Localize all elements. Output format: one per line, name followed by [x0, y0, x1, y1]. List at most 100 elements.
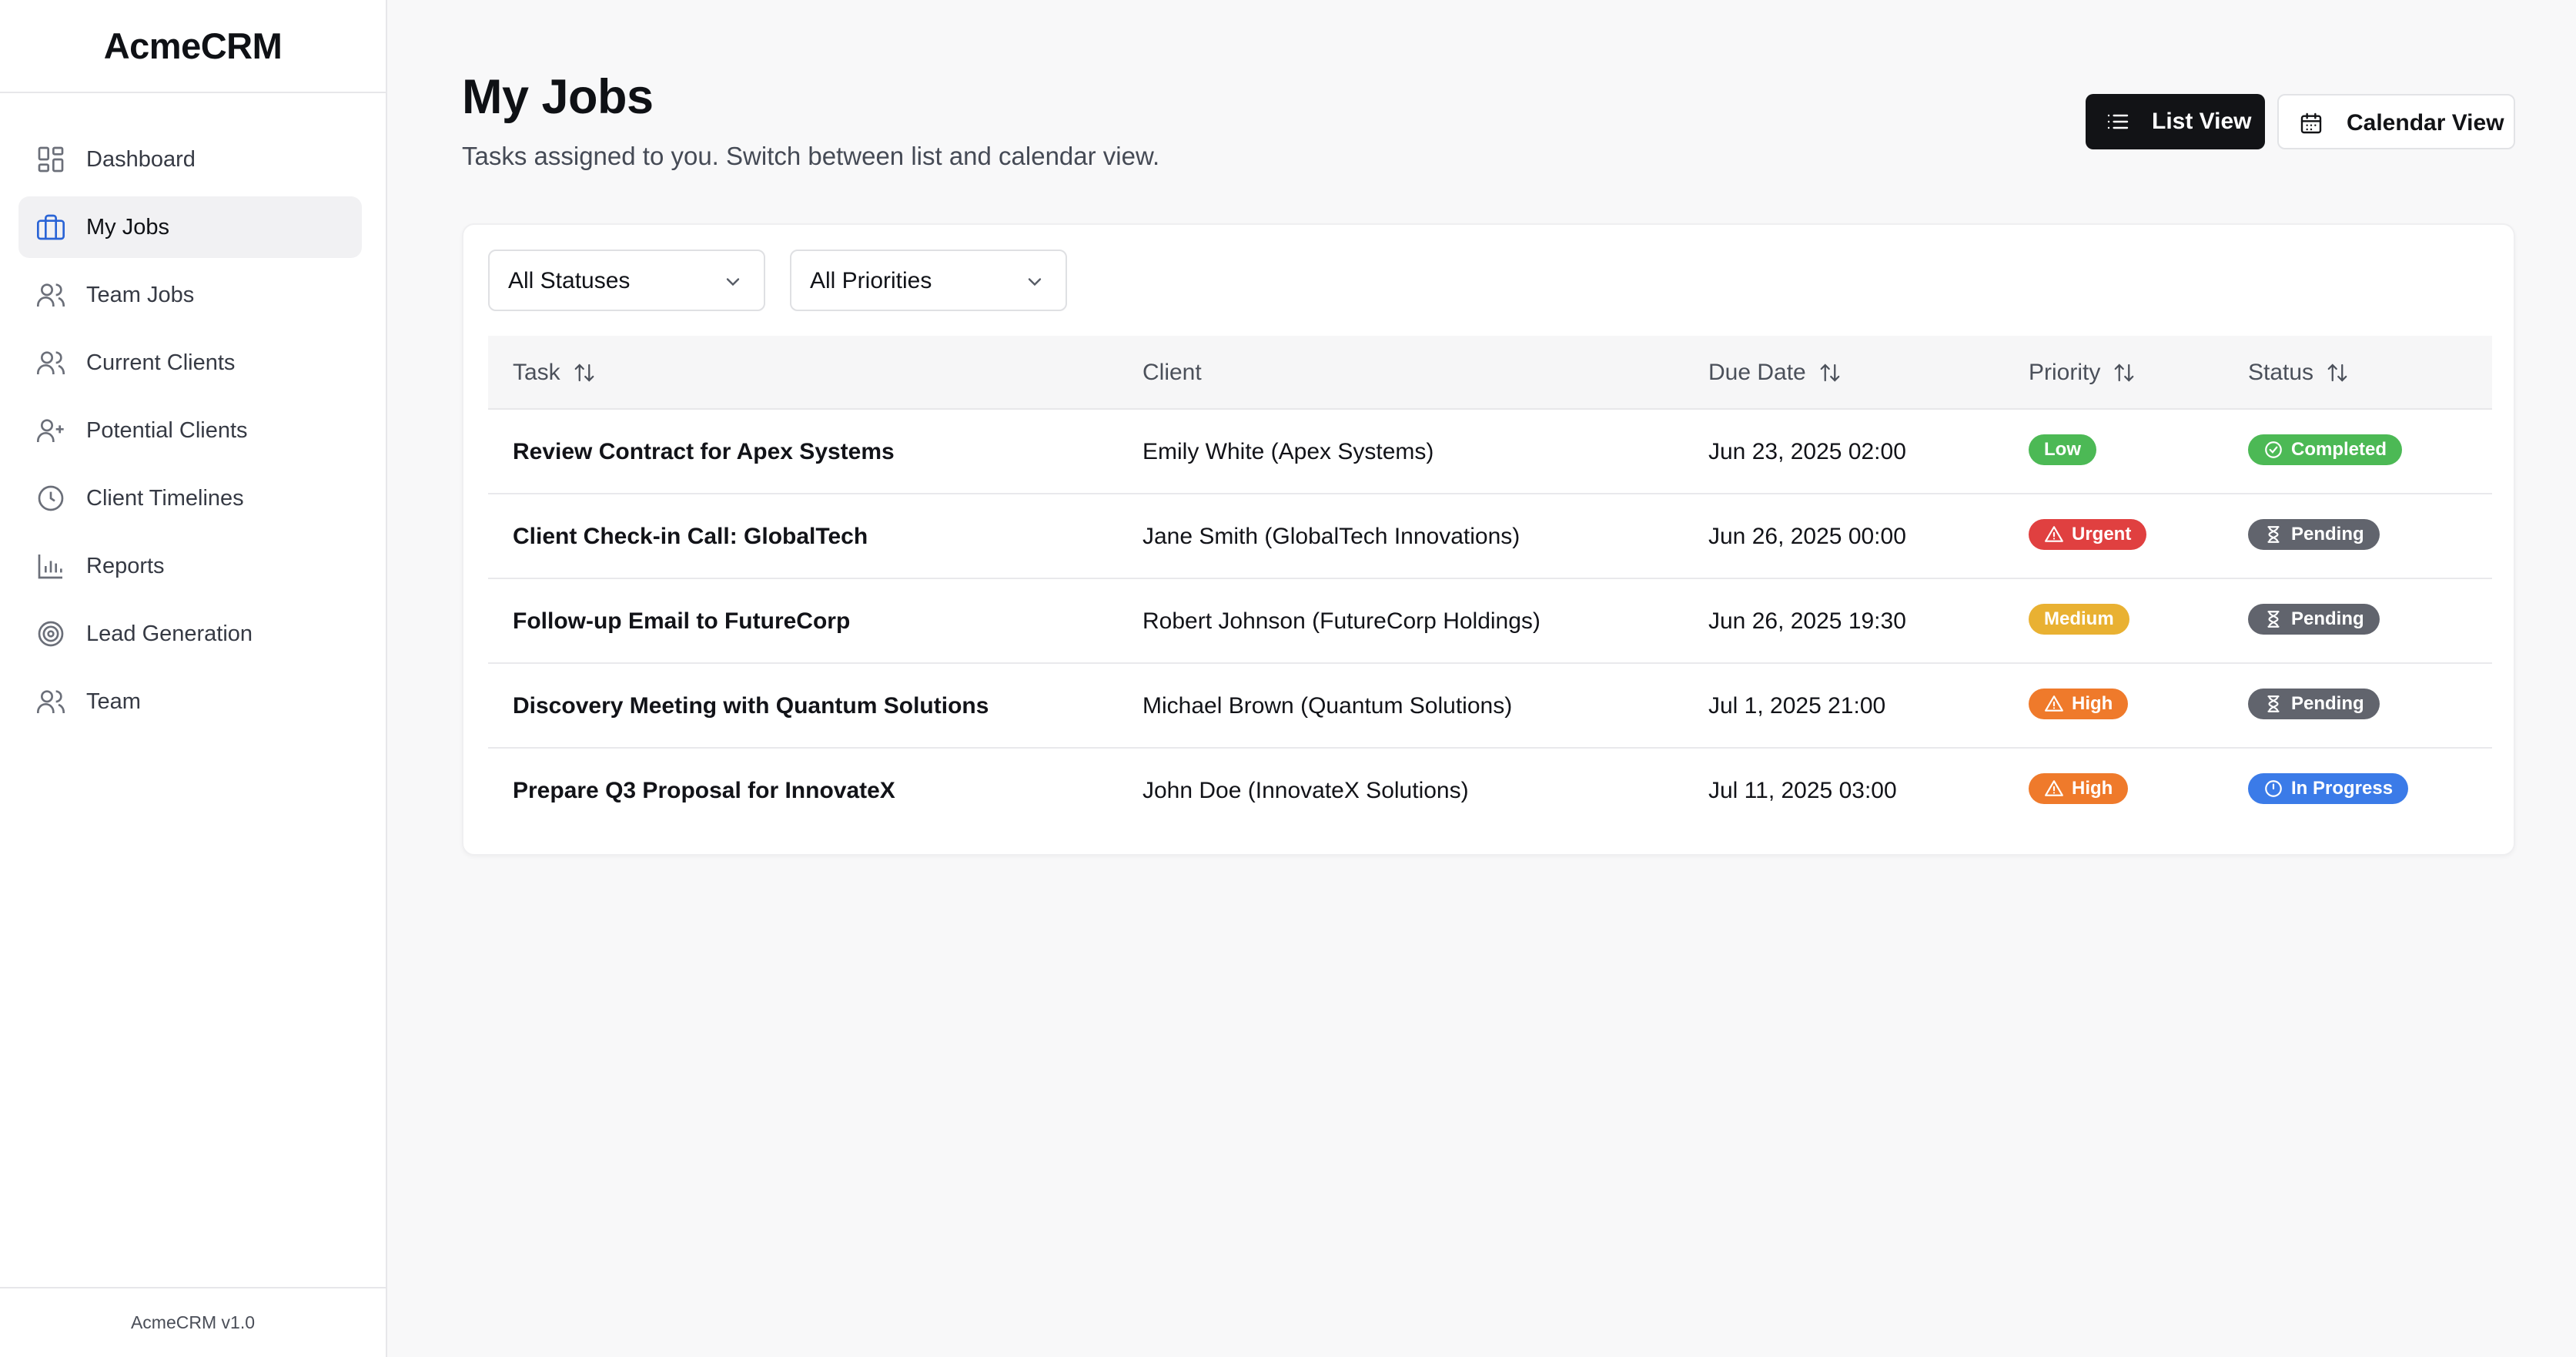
list-icon	[2106, 109, 2130, 134]
table-header: Task Client Due Date Priority Status	[488, 336, 2492, 410]
hourglass-icon	[2263, 694, 2283, 714]
priority-badge-label: High	[2072, 693, 2113, 714]
client-name: Michael Brown (Quantum Solutions)	[1142, 693, 1513, 719]
column-header-label: Due Date	[1708, 360, 1806, 385]
alert-triangle-icon	[2044, 779, 2064, 799]
sidebar-item-label: Dashboard	[86, 147, 196, 172]
priority-filter-value: All Priorities	[810, 268, 932, 293]
priority-badge: Urgent	[2029, 519, 2147, 550]
chevron-down-icon	[1024, 271, 1045, 293]
alert-triangle-icon	[2044, 524, 2064, 544]
task-name: Prepare Q3 Proposal for InnovateX	[513, 778, 895, 803]
sidebar-item-team[interactable]: Team	[18, 671, 362, 732]
briefcase-icon	[35, 212, 66, 243]
table-row[interactable]: Follow-up Email to FutureCorp Robert Joh…	[488, 579, 2492, 664]
calendar-view-label: Calendar View	[2347, 110, 2504, 136]
due-date: Jun 26, 2025 19:30	[1708, 608, 1906, 634]
priority-badge-label: High	[2072, 778, 2113, 799]
progress-circle-icon	[2263, 779, 2283, 799]
sort-icon	[2326, 361, 2349, 384]
priority-filter-select[interactable]: All Priorities	[790, 250, 1067, 311]
due-date: Jun 23, 2025 02:00	[1708, 439, 1906, 464]
column-header-label: Status	[2248, 360, 2314, 385]
list-view-label: List View	[2152, 109, 2252, 134]
column-header-label: Priority	[2029, 360, 2101, 385]
list-view-button[interactable]: List View	[2086, 94, 2265, 149]
status-filter-value: All Statuses	[508, 268, 631, 293]
users-icon	[35, 686, 66, 717]
sort-icon	[1818, 361, 1842, 384]
chevron-down-icon	[722, 271, 744, 293]
column-header-task[interactable]: Task	[513, 359, 596, 387]
sidebar-item-team-jobs[interactable]: Team Jobs	[18, 264, 362, 326]
task-name: Discovery Meeting with Quantum Solutions	[513, 693, 989, 719]
client-name: Robert Johnson (FutureCorp Holdings)	[1142, 608, 1541, 634]
sort-icon	[573, 361, 596, 384]
priority-badge-label: Urgent	[2072, 524, 2132, 544]
sidebar-item-lead-generation[interactable]: Lead Generation	[18, 603, 362, 665]
priority-badge: High	[2029, 689, 2129, 719]
column-header-label: Task	[513, 360, 560, 385]
status-badge: In Progress	[2248, 773, 2409, 804]
table-row[interactable]: Client Check-in Call: GlobalTech Jane Sm…	[488, 494, 2492, 579]
priority-badge: Medium	[2029, 604, 2129, 635]
page-subtitle: Tasks assigned to you. Switch between li…	[462, 142, 1160, 170]
sidebar-item-label: Client Timelines	[86, 486, 244, 511]
calendar-view-button[interactable]: Calendar View	[2277, 94, 2515, 149]
column-header-priority[interactable]: Priority	[2029, 359, 2136, 387]
sidebar-item-my-jobs[interactable]: My Jobs	[18, 196, 362, 258]
status-badge: Pending	[2248, 519, 2380, 550]
sidebar-item-label: Lead Generation	[86, 622, 253, 646]
column-header-status[interactable]: Status	[2248, 359, 2349, 387]
table-row[interactable]: Discovery Meeting with Quantum Solutions…	[488, 664, 2492, 749]
sidebar-item-current-clients[interactable]: Current Clients	[18, 332, 362, 394]
priority-badge-label: Medium	[2044, 608, 2114, 629]
task-name: Follow-up Email to FutureCorp	[513, 608, 851, 634]
table-row[interactable]: Review Contract for Apex Systems Emily W…	[488, 410, 2492, 494]
sidebar-item-reports[interactable]: Reports	[18, 535, 362, 597]
sidebar-item-label: My Jobs	[86, 215, 169, 240]
status-badge-label: Pending	[2291, 524, 2364, 544]
column-header-label: Client	[1142, 360, 1202, 385]
page-title: My Jobs	[462, 70, 654, 124]
client-name: John Doe (InnovateX Solutions)	[1142, 778, 1469, 803]
dashboard-icon	[35, 144, 66, 175]
check-circle-icon	[2263, 440, 2283, 460]
priority-badge: High	[2029, 773, 2129, 804]
sidebar-item-label: Team	[86, 689, 141, 714]
client-name: Jane Smith (GlobalTech Innovations)	[1142, 524, 1521, 549]
sidebar-item-potential-clients[interactable]: Potential Clients	[18, 400, 362, 461]
app-version: AcmeCRM v1.0	[0, 1287, 386, 1357]
sidebar-item-label: Team Jobs	[86, 283, 195, 307]
status-badge: Pending	[2248, 689, 2380, 719]
task-name: Review Contract for Apex Systems	[513, 439, 895, 464]
users-icon	[35, 280, 66, 310]
status-badge: Pending	[2248, 604, 2380, 635]
app-logo[interactable]: AcmeCRM	[0, 0, 386, 93]
users-icon	[35, 347, 66, 378]
priority-badge: Low	[2029, 434, 2096, 465]
sidebar-item-client-timelines[interactable]: Client Timelines	[18, 467, 362, 529]
column-header-client: Client	[1142, 359, 1202, 387]
sidebar-item-label: Current Clients	[86, 350, 236, 375]
sidebar-item-label: Potential Clients	[86, 418, 248, 443]
user-plus-icon	[35, 415, 66, 446]
due-date: Jun 26, 2025 00:00	[1708, 524, 1906, 549]
hourglass-icon	[2263, 524, 2283, 544]
status-badge-label: In Progress	[2291, 778, 2394, 799]
table-row[interactable]: Prepare Q3 Proposal for InnovateX John D…	[488, 749, 2492, 833]
status-filter-select[interactable]: All Statuses	[488, 250, 765, 311]
client-name: Emily White (Apex Systems)	[1142, 439, 1434, 464]
jobs-card: All Statuses All Priorities Task Client …	[462, 223, 2515, 856]
alert-triangle-icon	[2044, 694, 2064, 714]
task-name: Client Check-in Call: GlobalTech	[513, 524, 868, 549]
column-header-due-date[interactable]: Due Date	[1708, 359, 1842, 387]
status-badge-label: Completed	[2291, 439, 2387, 460]
due-date: Jul 11, 2025 03:00	[1708, 778, 1897, 803]
sidebar-item-label: Reports	[86, 554, 165, 578]
status-badge: Completed	[2248, 434, 2403, 465]
bar-chart-icon	[35, 551, 66, 581]
status-badge-label: Pending	[2291, 608, 2364, 629]
sidebar-item-dashboard[interactable]: Dashboard	[18, 129, 362, 190]
clock-icon	[35, 483, 66, 514]
